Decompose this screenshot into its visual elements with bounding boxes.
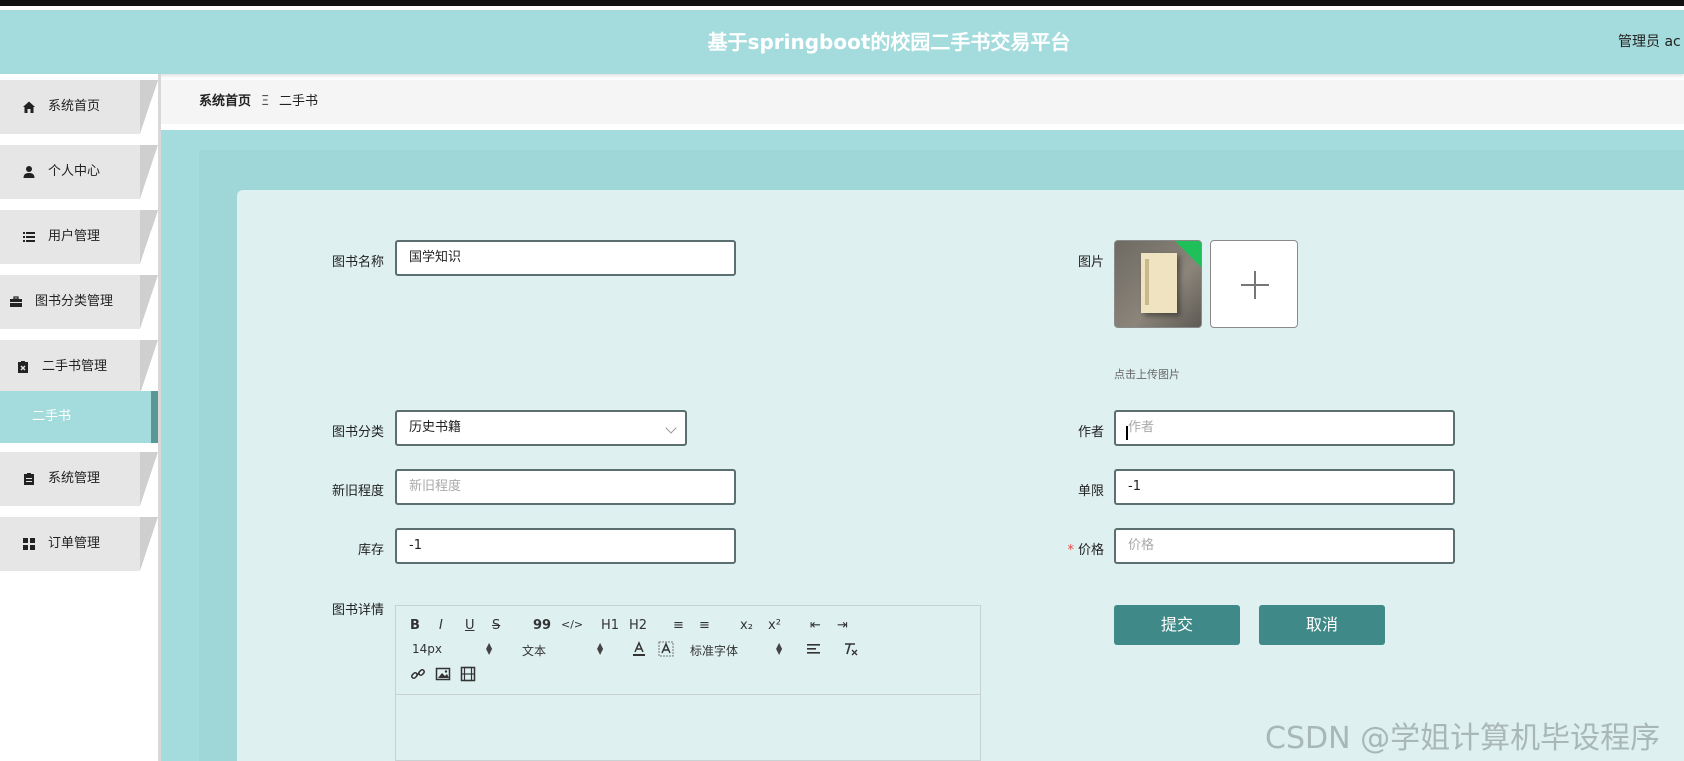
sidebar-item-label: 系统管理: [48, 471, 101, 486]
video-icon[interactable]: [460, 666, 476, 682]
image-label: 图片: [1077, 255, 1104, 270]
condition-label: 新旧程度: [331, 484, 384, 499]
text-color-icon[interactable]: [631, 641, 647, 657]
select-arrows-icon: ▲ ▼: [597, 641, 604, 656]
h2-button[interactable]: H2: [629, 618, 647, 633]
cancel-button[interactable]: 取消: [1259, 605, 1385, 645]
briefcase-icon: [10, 296, 22, 307]
breadcrumb-home[interactable]: 系统首页: [199, 80, 251, 124]
subscript-button[interactable]: x₂: [740, 618, 753, 633]
stock-label: 库存: [357, 543, 384, 558]
bullet-list-icon[interactable]: ≡: [699, 618, 710, 633]
header-select[interactable]: 文本: [522, 642, 546, 659]
user-icon: [23, 166, 35, 178]
category-select-value: 历史书籍: [409, 420, 462, 435]
superscript-button[interactable]: x²: [768, 618, 781, 633]
sidebar-item-home[interactable]: 系统首页: [0, 80, 158, 134]
price-label-text: 价格: [1077, 543, 1104, 558]
link-icon[interactable]: [410, 666, 426, 682]
underline-button[interactable]: U: [465, 618, 475, 633]
sidebar-item-label: 订单管理: [48, 536, 101, 551]
italic-button[interactable]: I: [439, 618, 443, 633]
book-name-label: 图书名称: [331, 255, 384, 270]
chevron-down-icon: [665, 422, 677, 434]
clipboard-icon: [24, 473, 34, 485]
condition-input[interactable]: 新旧程度: [395, 469, 736, 505]
submit-button[interactable]: 提交: [1114, 605, 1240, 645]
h1-button[interactable]: H1: [601, 618, 619, 633]
sidebar-item-profile[interactable]: 个人中心: [0, 145, 158, 199]
page-title: 基于springboot的校园二手书交易平台: [707, 30, 1071, 54]
sidebar-item-label: 图书分类管理: [35, 294, 114, 309]
sidebar-item-label: 二手书管理: [42, 359, 108, 374]
stock-input[interactable]: -1: [395, 528, 736, 564]
limit-input[interactable]: -1: [1114, 469, 1455, 505]
home-icon: [23, 101, 35, 113]
rich-text-editor[interactable]: B I U S 99 </> H1 H2 ≡ ≡ x₂ x² ⇤ ⇥ 14px …: [395, 605, 981, 761]
price-input[interactable]: 价格: [1114, 528, 1455, 564]
font-family-select[interactable]: 标准字体: [690, 642, 738, 659]
select-arrows-icon: ▲ ▼: [776, 641, 783, 656]
clear-format-icon[interactable]: [842, 641, 860, 657]
ordered-list-icon[interactable]: ≡: [673, 618, 684, 633]
breadcrumb-separator-icon: Ξ: [261, 94, 270, 109]
breadcrumb: 系统首页 Ξ 二手书: [161, 80, 1684, 124]
required-mark: *: [1067, 543, 1074, 558]
sidebar-subitem-label: 二手书: [32, 409, 72, 424]
clipboard-x-icon: [18, 361, 28, 373]
align-icon[interactable]: [806, 642, 822, 656]
active-indicator: [151, 391, 158, 443]
bold-button[interactable]: B: [410, 618, 420, 633]
strike-button[interactable]: S: [492, 618, 500, 633]
code-button[interactable]: </>: [561, 618, 583, 631]
details-label: 图书详情: [331, 603, 384, 618]
sidebar-item-categories[interactable]: 图书分类管理: [0, 275, 158, 329]
watermark: CSDN @学姐计算机毕设程序: [1265, 721, 1661, 756]
add-image-button[interactable]: [1210, 240, 1298, 328]
category-label: 图书分类: [331, 425, 384, 440]
price-label: * 价格: [1020, 539, 1104, 558]
background-color-icon[interactable]: [658, 641, 674, 657]
list-icon: [23, 232, 35, 242]
indent-icon[interactable]: ⇥: [837, 618, 848, 633]
outdent-icon[interactable]: ⇤: [810, 618, 821, 633]
book-cover-illustration: [1141, 253, 1177, 313]
user-menu[interactable]: 管理员 ac: [1618, 10, 1681, 74]
select-arrows-icon: ▲ ▼: [486, 641, 493, 656]
sidebar-item-secondhand-books[interactable]: 二手书管理: [0, 340, 158, 394]
window-top-edge: [0, 0, 1684, 6]
book-name-input[interactable]: 国学知识: [395, 240, 736, 276]
text-cursor: [1126, 426, 1128, 440]
font-size-select[interactable]: 14px: [412, 642, 442, 656]
upload-success-badge: [1175, 241, 1201, 267]
grid-icon: [23, 538, 35, 550]
author-input[interactable]: 作者: [1114, 410, 1455, 446]
category-select[interactable]: 历史书籍: [395, 410, 687, 446]
sidebar-item-label: 系统首页: [48, 99, 101, 114]
breadcrumb-current: 二手书: [279, 94, 319, 109]
sidebar-subitem-secondhand-book[interactable]: 二手书: [0, 391, 158, 443]
sidebar-item-users[interactable]: 用户管理: [0, 210, 158, 264]
upload-hint: 点击上传图片: [1114, 368, 1180, 381]
sidebar-item-label: 用户管理: [48, 229, 101, 244]
image-icon[interactable]: [435, 666, 451, 682]
uploaded-book-image[interactable]: [1114, 240, 1202, 328]
editor-toolbar: B I U S 99 </> H1 H2 ≡ ≡ x₂ x² ⇤ ⇥ 14px …: [396, 606, 980, 695]
sidebar-item-system[interactable]: 系统管理: [0, 452, 158, 506]
author-label: 作者: [1077, 425, 1104, 440]
blockquote-button[interactable]: 99: [533, 618, 551, 633]
sidebar-item-label: 个人中心: [48, 164, 101, 179]
sidebar-item-orders[interactable]: 订单管理: [0, 517, 158, 571]
limit-label: 单限: [1077, 484, 1104, 499]
header: 基于springboot的校园二手书交易平台 管理员 ac: [0, 10, 1684, 74]
